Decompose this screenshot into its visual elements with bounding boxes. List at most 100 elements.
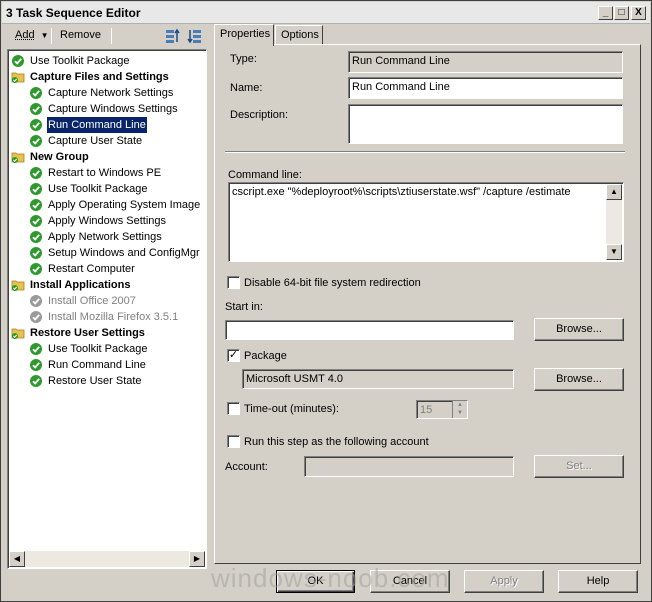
- tree-item-label: Run Command Line: [46, 116, 148, 134]
- tree-item-label: Setup Windows and ConfigMgr: [48, 247, 200, 259]
- folder-icon: [11, 152, 25, 163]
- check-icon: [30, 247, 42, 259]
- properties-panel: Type: Run Command Line Name: Run Command…: [214, 44, 641, 564]
- apply-button[interactable]: Apply: [464, 570, 544, 593]
- timeout-spinner: 15 ▲ ▼: [416, 400, 468, 419]
- vertical-scrollbar[interactable]: ▲ ▼: [606, 184, 622, 260]
- disable-64bit-label: Disable 64-bit file system redirection: [244, 277, 421, 289]
- tree-item-label: New Group: [30, 151, 89, 163]
- move-down-icon[interactable]: [187, 28, 203, 44]
- help-button[interactable]: Help: [558, 570, 638, 593]
- check-icon: [30, 375, 42, 387]
- type-label: Type:: [230, 53, 257, 65]
- add-label: Add: [15, 29, 35, 41]
- spin-arrows-icon: ▲ ▼: [452, 401, 467, 418]
- disabled-check-icon: [30, 295, 42, 307]
- description-label: Description:: [230, 109, 289, 121]
- disable-64bit-checkbox[interactable]: [227, 276, 240, 289]
- check-icon: [30, 215, 42, 227]
- close-button[interactable]: X: [631, 6, 646, 20]
- maximize-button[interactable]: □: [614, 6, 629, 20]
- tab-options[interactable]: Options: [275, 25, 323, 45]
- tree-item-label: Install Applications: [30, 279, 131, 291]
- minimize-button[interactable]: _: [598, 6, 613, 20]
- set-account-button[interactable]: Set...: [534, 455, 624, 478]
- check-icon: [30, 119, 42, 131]
- tree-item-label: Use Toolkit Package: [48, 343, 148, 355]
- name-label: Name:: [230, 82, 263, 94]
- scroll-right-icon[interactable]: ▶: [189, 551, 205, 567]
- tree-item-label: Apply Operating System Image: [48, 199, 201, 211]
- task-sequence-tree[interactable]: Use Toolkit Package Capture Files and Set…: [7, 49, 207, 569]
- start-in-field[interactable]: [225, 320, 514, 340]
- name-field[interactable]: Run Command Line: [348, 77, 623, 99]
- check-icon: [30, 231, 42, 243]
- run-as-account-checkbox[interactable]: [227, 435, 240, 448]
- command-line-text: cscript.exe "%deployroot%\scripts\ztiuse…: [232, 186, 571, 198]
- tree-item-label: Run Command Line: [48, 359, 146, 371]
- start-in-label: Start in:: [225, 301, 263, 313]
- task-sequence-editor-window: 3 Task Sequence Editor _ □ X Add ▼ Remov…: [0, 0, 652, 602]
- move-up-icon[interactable]: [164, 28, 180, 44]
- horizontal-scrollbar[interactable]: ◀ ▶: [9, 551, 205, 567]
- window-title: 3 Task Sequence Editor: [6, 6, 141, 20]
- tree-item-label: Capture Network Settings: [48, 87, 174, 99]
- tree-item-label: Capture Windows Settings: [48, 103, 178, 115]
- tab-properties[interactable]: Properties: [214, 24, 274, 46]
- tree-item-label: Restore User State: [48, 375, 142, 387]
- disabled-check-icon: [30, 311, 42, 323]
- package-checkbox[interactable]: ✓: [227, 349, 240, 362]
- package-label: Package: [244, 350, 287, 362]
- tree-item-label: Restart to Windows PE: [48, 167, 162, 179]
- tree-item-label: Restart Computer: [48, 263, 135, 275]
- tree-item-label: Restore User Settings: [30, 327, 145, 339]
- toolbar-divider: [111, 28, 112, 44]
- command-line-field[interactable]: cscript.exe "%deployroot%\scripts\ztiuse…: [228, 182, 624, 262]
- check-icon: [12, 55, 24, 67]
- chevron-down-icon: ▼: [40, 31, 49, 40]
- run-as-account-label: Run this step as the following account: [244, 436, 429, 448]
- check-icon: [30, 103, 42, 115]
- watermark: windows-noob.com: [211, 563, 450, 593]
- timeout-value: 15: [420, 404, 433, 416]
- description-field[interactable]: [348, 104, 623, 144]
- tree-item-label: Apply Network Settings: [48, 231, 162, 243]
- tree-item-label: Capture Files and Settings: [30, 71, 169, 83]
- account-field: [304, 456, 514, 477]
- folder-icon: [11, 72, 25, 83]
- check-icon: [30, 87, 42, 99]
- folder-icon: [11, 328, 25, 339]
- check-icon: [30, 167, 42, 179]
- title-bar[interactable]: 3 Task Sequence Editor _ □ X: [2, 2, 650, 24]
- tree-item-label: Install Mozilla Firefox 3.5.1: [48, 311, 179, 323]
- account-label: Account:: [225, 461, 268, 473]
- task-sequence-pane: Add ▼ Remove Use Toolkit Package Capture …: [7, 25, 207, 569]
- check-icon: [30, 199, 42, 211]
- check-icon: [30, 263, 42, 275]
- remove-button[interactable]: Remove: [60, 29, 101, 41]
- tree-item-label: Apply Windows Settings: [48, 215, 166, 227]
- browse-package-button[interactable]: Browse...: [534, 368, 624, 391]
- toolbar-divider: [51, 28, 52, 44]
- tree-item-label: Use Toolkit Package: [48, 183, 148, 195]
- check-icon: [30, 343, 42, 355]
- section-divider: [225, 151, 625, 153]
- browse-start-in-button[interactable]: Browse...: [534, 318, 624, 341]
- folder-icon: [11, 280, 25, 291]
- timeout-label: Time-out (minutes):: [244, 403, 339, 415]
- check-icon: [30, 183, 42, 195]
- add-menu-button[interactable]: Add ▼: [15, 29, 49, 41]
- tree-toolbar: Add ▼ Remove: [7, 25, 207, 47]
- check-icon: [30, 359, 42, 371]
- timeout-checkbox[interactable]: [227, 402, 240, 415]
- tree-item-label: Install Office 2007: [48, 295, 136, 307]
- type-field: Run Command Line: [348, 51, 623, 73]
- check-icon: [30, 135, 42, 147]
- scroll-up-icon[interactable]: ▲: [606, 184, 622, 200]
- command-line-label: Command line:: [228, 169, 302, 181]
- tree-item-label: Capture User State: [48, 135, 143, 147]
- scroll-left-icon[interactable]: ◀: [9, 551, 25, 567]
- scroll-down-icon[interactable]: ▼: [606, 244, 622, 260]
- tree-item-label: Use Toolkit Package: [30, 55, 130, 67]
- package-field: Microsoft USMT 4.0: [242, 369, 514, 389]
